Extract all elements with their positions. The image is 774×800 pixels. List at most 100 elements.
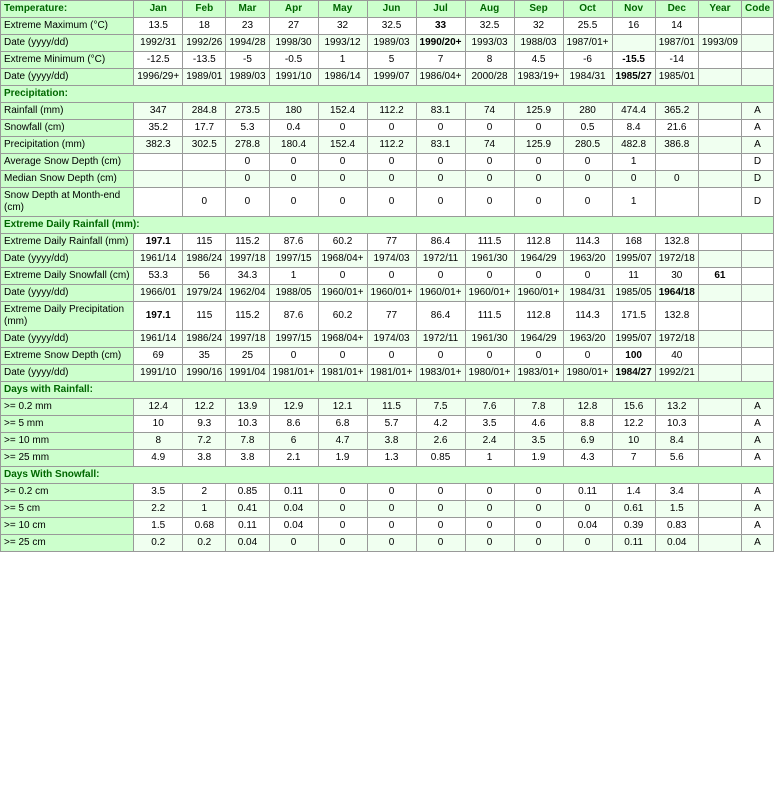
data-cell: 1988/03 [514,35,563,52]
row-label: >= 0.2 cm [1,484,134,501]
data-cell [655,188,698,217]
data-cell: 18 [183,18,226,35]
data-cell: 83.1 [416,103,465,120]
data-cell: 112.8 [514,302,563,331]
data-cell: 1980/01+ [465,365,514,382]
data-cell: A [742,501,774,518]
table-row: >= 10 mm87.27.864.73.82.62.43.56.9108.4A [1,433,774,450]
data-cell: -12.5 [134,52,183,69]
data-cell: 0 [563,188,612,217]
data-cell: 0.11 [612,535,655,552]
table-row: Date (yyyy/dd)1961/141986/241997/181997/… [1,251,774,268]
data-cell: 32 [514,18,563,35]
data-cell: 1991/10 [269,69,318,86]
data-cell: 0 [416,268,465,285]
data-cell: 0 [465,484,514,501]
data-cell [698,331,741,348]
data-cell: 1986/24 [183,251,226,268]
data-cell: 17.7 [183,120,226,137]
table-row: >= 10 cm1.50.680.110.04000000.040.390.83… [1,518,774,535]
data-cell: 1997/15 [269,251,318,268]
data-cell: 0 [514,518,563,535]
row-label: >= 25 cm [1,535,134,552]
data-cell: 0 [269,171,318,188]
data-cell: 74 [465,137,514,154]
data-cell: 0.4 [269,120,318,137]
row-label: Median Snow Depth (cm) [1,171,134,188]
data-cell: 4.2 [416,416,465,433]
row-label: Rainfall (mm) [1,103,134,120]
data-cell: 0 [416,154,465,171]
data-cell: 1974/03 [367,331,416,348]
data-cell: -5 [226,52,269,69]
data-cell: 0 [367,518,416,535]
data-cell: 30 [655,268,698,285]
col-header-apr: Apr [269,1,318,18]
row-label: Date (yyyy/dd) [1,285,134,302]
table-row: >= 0.2 mm12.412.213.912.912.111.57.57.67… [1,399,774,416]
data-cell: 0.5 [563,120,612,137]
data-cell: 132.8 [655,234,698,251]
data-cell: 23 [226,18,269,35]
data-cell: 3.8 [183,450,226,467]
data-cell: 0 [367,348,416,365]
data-cell: 1960/01+ [416,285,465,302]
data-cell: 0 [563,348,612,365]
data-cell: 77 [367,234,416,251]
table-row: Average Snow Depth (cm)000000001D [1,154,774,171]
data-cell: 0 [655,171,698,188]
data-cell: 3.5 [134,484,183,501]
row-label: Date (yyyy/dd) [1,365,134,382]
table-row: Snowfall (cm)35.217.75.30.4000000.58.421… [1,120,774,137]
data-cell: 3.5 [514,433,563,450]
data-cell: 0 [367,535,416,552]
data-cell: A [742,137,774,154]
col-header-year: Year [698,1,741,18]
data-cell: 32.5 [367,18,416,35]
data-cell: 280 [563,103,612,120]
data-cell: 5.6 [655,450,698,467]
data-cell: 8 [134,433,183,450]
data-cell: 0 [318,154,367,171]
data-cell: 0 [226,188,269,217]
data-cell: 0.11 [563,484,612,501]
data-cell: 1983/19+ [514,69,563,86]
table-row: Extreme Daily Precipitation (mm)197.1115… [1,302,774,331]
table-row: Precipitation (mm)382.3302.5278.8180.415… [1,137,774,154]
data-cell: 1989/01 [183,69,226,86]
data-cell: 1993/12 [318,35,367,52]
data-cell: 1963/20 [563,331,612,348]
data-cell: 0 [465,518,514,535]
row-label: >= 10 mm [1,433,134,450]
data-cell: 5.3 [226,120,269,137]
data-cell: 3.8 [367,433,416,450]
col-header-nov: Nov [612,1,655,18]
data-cell: 1963/20 [563,251,612,268]
row-label: Date (yyyy/dd) [1,331,134,348]
data-cell: 6.8 [318,416,367,433]
data-cell: 1 [269,268,318,285]
row-label: >= 0.2 mm [1,399,134,416]
data-cell: 1984/27 [612,365,655,382]
data-cell: 1993/09 [698,35,741,52]
data-cell: 365.2 [655,103,698,120]
data-cell: 3.8 [226,450,269,467]
table-row: Date (yyyy/dd)1966/011979/241962/041988/… [1,285,774,302]
data-cell: 1980/01+ [563,365,612,382]
data-cell: 74 [465,103,514,120]
data-cell [698,433,741,450]
data-cell: 0.41 [226,501,269,518]
data-cell: 0 [416,501,465,518]
data-cell: 115 [183,302,226,331]
col-header-aug: Aug [465,1,514,18]
data-cell: 1989/03 [367,35,416,52]
row-label: >= 5 cm [1,501,134,518]
data-cell [742,268,774,285]
data-cell: 1960/01+ [514,285,563,302]
data-cell: 0.11 [226,518,269,535]
data-cell: 0 [367,484,416,501]
col-header-jul: Jul [416,1,465,18]
data-cell: D [742,188,774,217]
table-row: >= 5 mm109.310.38.66.85.74.23.54.68.812.… [1,416,774,433]
data-cell: 2 [183,484,226,501]
